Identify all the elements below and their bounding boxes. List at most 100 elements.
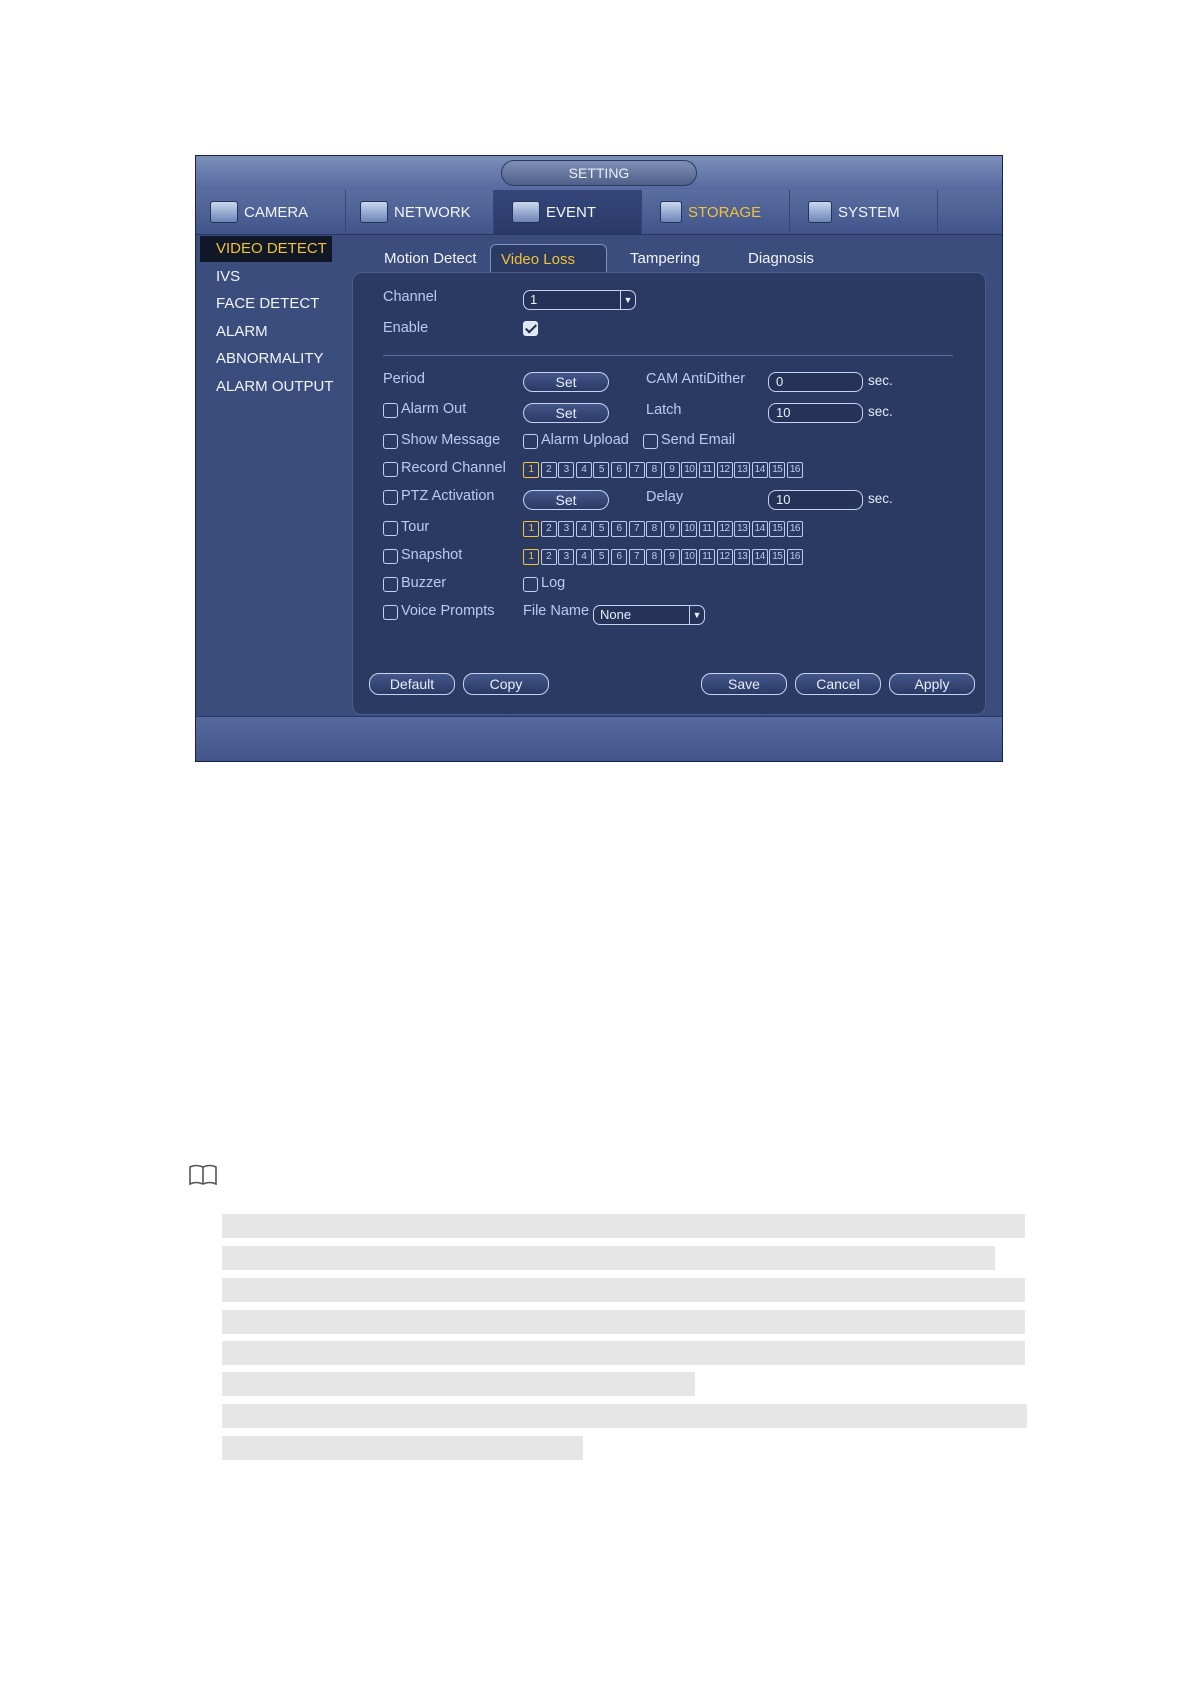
nav-tab-event[interactable]: EVENT	[494, 190, 642, 234]
channel-box-4[interactable]: 4	[575, 521, 592, 537]
nav-tab-network[interactable]: NETWORK	[346, 190, 494, 234]
channel-box-5[interactable]: 5	[593, 549, 610, 565]
channel-box-8[interactable]: 8	[646, 549, 663, 565]
channel-box-3[interactable]: 3	[558, 549, 575, 565]
channel-box-16[interactable]: 16	[786, 549, 803, 565]
sec-label: sec.	[868, 373, 893, 388]
channel-box-3[interactable]: 3	[558, 521, 575, 537]
save-button[interactable]: Save	[701, 673, 787, 695]
ptz-activation-checkbox[interactable]	[383, 490, 398, 505]
sidebar-item-ivs[interactable]: IVS	[200, 264, 348, 290]
default-button[interactable]: Default	[369, 673, 455, 695]
channel-box-10[interactable]: 10	[681, 462, 698, 478]
channel-box-2[interactable]: 2	[540, 521, 557, 537]
channel-box-12[interactable]: 12	[716, 521, 733, 537]
enable-checkbox[interactable]	[523, 321, 538, 336]
tab-motion-detect[interactable]: Motion Detect	[374, 244, 487, 274]
apply-button[interactable]: Apply	[889, 673, 975, 695]
channel-box-1[interactable]: 1	[523, 462, 539, 478]
sidebar-item-alarm-output[interactable]: ALARM OUTPUT	[200, 374, 348, 400]
alarm-out-set-button[interactable]: Set	[523, 403, 609, 423]
file-name-select[interactable]: None ▼	[593, 605, 705, 625]
nav-tab-camera[interactable]: CAMERA	[196, 190, 346, 234]
nav-tab-storage[interactable]: STORAGE	[642, 190, 790, 234]
channel-box-3[interactable]: 3	[558, 462, 575, 478]
channel-box-15[interactable]: 15	[769, 462, 786, 478]
channel-box-16[interactable]: 16	[786, 462, 803, 478]
tour-checkbox[interactable]	[383, 521, 398, 536]
tab-video-loss[interactable]: Video Loss	[490, 244, 607, 274]
channel-box-15[interactable]: 15	[769, 521, 786, 537]
channel-box-12[interactable]: 12	[716, 549, 733, 565]
channel-box-13[interactable]: 13	[734, 521, 751, 537]
channel-box-11[interactable]: 11	[698, 549, 715, 565]
buzzer-checkbox[interactable]	[383, 577, 398, 592]
channel-box-13[interactable]: 13	[734, 549, 751, 565]
redacted-line	[222, 1310, 1025, 1334]
channel-box-7[interactable]: 7	[628, 549, 645, 565]
channel-box-11[interactable]: 11	[698, 462, 715, 478]
channel-box-6[interactable]: 6	[610, 521, 627, 537]
channel-box-10[interactable]: 10	[681, 521, 698, 537]
send-email-checkbox[interactable]	[643, 434, 658, 449]
sidebar-item-face-detect[interactable]: FACE DETECT	[200, 291, 348, 317]
sidebar-item-video-detect[interactable]: VIDEO DETECT	[200, 236, 332, 262]
channel-box-2[interactable]: 2	[540, 462, 557, 478]
delay-input[interactable]: 10	[768, 490, 863, 510]
cam-antidither-input[interactable]: 0	[768, 372, 863, 392]
alarm-out-checkbox[interactable]	[383, 403, 398, 418]
cancel-button[interactable]: Cancel	[795, 673, 881, 695]
sidebar-item-alarm[interactable]: ALARM	[200, 319, 348, 345]
channel-box-5[interactable]: 5	[593, 462, 610, 478]
log-label: Log	[541, 575, 566, 591]
channel-box-7[interactable]: 7	[628, 521, 645, 537]
ptz-set-button[interactable]: Set	[523, 490, 609, 510]
channel-box-1[interactable]: 1	[523, 521, 539, 537]
snapshot-checkbox[interactable]	[383, 549, 398, 564]
show-message-checkbox[interactable]	[383, 434, 398, 449]
channel-box-13[interactable]: 13	[734, 462, 751, 478]
period-set-button[interactable]: Set	[523, 372, 609, 392]
copy-button[interactable]: Copy	[463, 673, 549, 695]
voice-prompts-checkbox[interactable]	[383, 605, 398, 620]
tab-diagnosis[interactable]: Diagnosis	[738, 244, 824, 274]
sub-tabs: Motion Detect Video Loss Tampering Diagn…	[374, 244, 814, 274]
channel-box-6[interactable]: 6	[610, 462, 627, 478]
record-channel-checkbox[interactable]	[383, 462, 398, 477]
channel-box-15[interactable]: 15	[769, 549, 786, 565]
channel-box-9[interactable]: 9	[663, 549, 680, 565]
channel-box-6[interactable]: 6	[610, 549, 627, 565]
channel-box-14[interactable]: 14	[751, 462, 768, 478]
channel-box-16[interactable]: 16	[786, 521, 803, 537]
top-navigation: CAMERA NETWORK EVENT STORAGE SYSTEM	[196, 190, 1002, 235]
tab-tampering[interactable]: Tampering	[620, 244, 710, 274]
log-checkbox[interactable]	[523, 577, 538, 592]
window-title: SETTING	[501, 160, 697, 186]
channel-box-12[interactable]: 12	[716, 462, 733, 478]
sidebar: VIDEO DETECT IVS FACE DETECT ALARM ABNOR…	[200, 236, 348, 666]
channel-label: Channel	[383, 289, 438, 305]
tour-channel-list: 1 2 3 4 5 6 7 8 9 10 11 12 13 14 15 16	[523, 521, 803, 537]
alarm-upload-checkbox[interactable]	[523, 434, 538, 449]
channel-box-14[interactable]: 14	[751, 521, 768, 537]
divider	[383, 355, 953, 356]
channel-select[interactable]: 1 ▼	[523, 290, 636, 310]
channel-box-9[interactable]: 9	[663, 462, 680, 478]
sidebar-item-abnormality[interactable]: ABNORMALITY	[200, 346, 348, 372]
channel-box-4[interactable]: 4	[575, 462, 592, 478]
channel-box-7[interactable]: 7	[628, 462, 645, 478]
channel-box-1[interactable]: 1	[523, 549, 539, 565]
channel-box-14[interactable]: 14	[751, 549, 768, 565]
channel-box-11[interactable]: 11	[698, 521, 715, 537]
channel-box-2[interactable]: 2	[540, 549, 557, 565]
nav-tab-system[interactable]: SYSTEM	[790, 190, 938, 234]
channel-box-10[interactable]: 10	[681, 549, 698, 565]
latch-input[interactable]: 10	[768, 403, 863, 423]
redacted-line	[222, 1341, 1025, 1365]
channel-box-8[interactable]: 8	[646, 521, 663, 537]
redacted-line	[222, 1372, 695, 1396]
channel-box-8[interactable]: 8	[646, 462, 663, 478]
channel-box-4[interactable]: 4	[575, 549, 592, 565]
channel-box-9[interactable]: 9	[663, 521, 680, 537]
channel-box-5[interactable]: 5	[593, 521, 610, 537]
